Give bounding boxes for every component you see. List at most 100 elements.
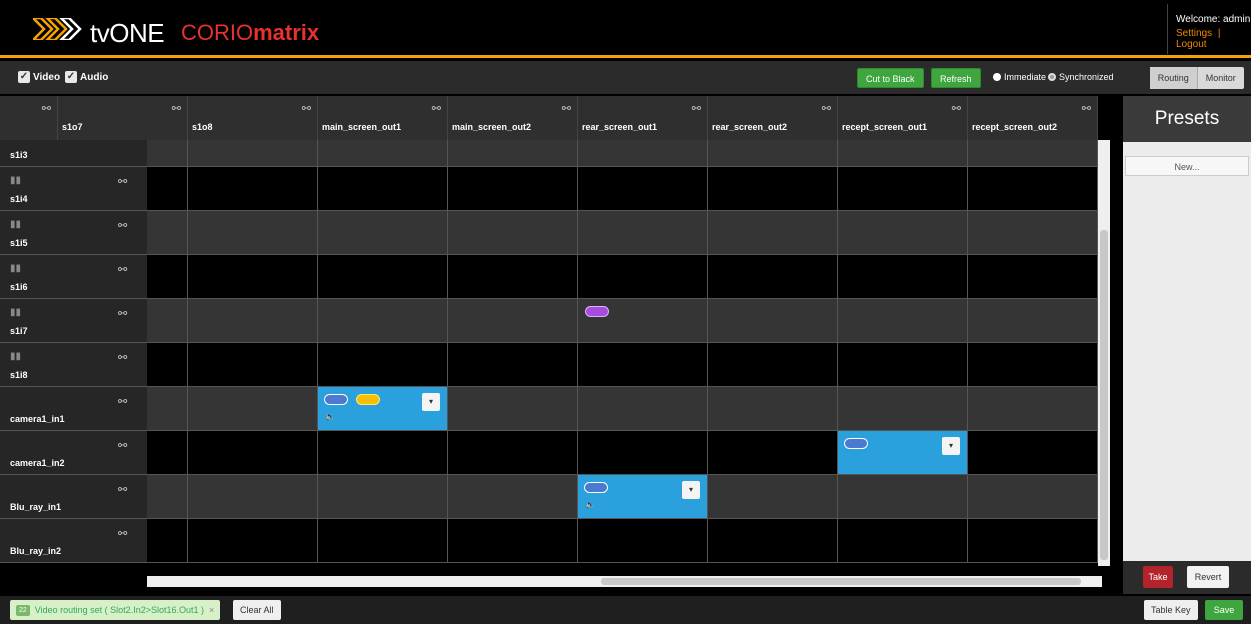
routed-cell[interactable]: ▾ <box>838 431 968 474</box>
grid-cell[interactable] <box>147 519 188 562</box>
link-icon[interactable]: ⚯ <box>302 102 311 115</box>
grid-cell[interactable] <box>708 475 838 518</box>
link-icon[interactable]: ⚯ <box>118 351 127 364</box>
grid-cell[interactable] <box>188 255 318 298</box>
route-pill[interactable] <box>356 394 380 405</box>
grid-cell[interactable] <box>188 343 318 386</box>
grid-cell[interactable] <box>147 255 188 298</box>
synchronized-radio[interactable]: Synchronized <box>1048 72 1114 82</box>
grid-cell[interactable] <box>708 255 838 298</box>
grid-cell[interactable] <box>147 299 188 342</box>
grid-cell[interactable] <box>578 211 708 254</box>
video-route-pill[interactable] <box>584 482 608 493</box>
vertical-scrollbar[interactable] <box>1098 140 1110 566</box>
link-icon[interactable]: ⚯ <box>172 102 181 115</box>
grid-cell[interactable] <box>448 343 578 386</box>
grid-cell[interactable] <box>578 343 708 386</box>
link-icon[interactable]: ⚯ <box>118 483 127 496</box>
grid-cell[interactable] <box>147 140 188 166</box>
video-checkbox[interactable]: ✓ Video <box>18 71 60 83</box>
grid-cell[interactable] <box>578 519 708 562</box>
grid-cell[interactable] <box>188 211 318 254</box>
monitor-tab[interactable]: Monitor <box>1198 67 1245 89</box>
row-header[interactable]: ▮▮ ⚯ s1i8 <box>0 343 147 386</box>
grid-cell[interactable] <box>708 431 838 474</box>
caret-down-icon[interactable]: ▾ <box>942 437 960 455</box>
grid-cell[interactable] <box>147 343 188 386</box>
column-header[interactable]: s1o7 ⚯ <box>58 96 188 140</box>
grid-cell[interactable] <box>318 431 448 474</box>
refresh-button[interactable]: Refresh <box>931 68 981 88</box>
grid-cell[interactable] <box>838 299 968 342</box>
grid-cell[interactable] <box>448 167 578 210</box>
grid-cell[interactable] <box>448 140 578 166</box>
column-header[interactable]: s1o8 ⚯ <box>188 96 318 140</box>
column-header[interactable]: rear_screen_out1 ⚯ <box>578 96 708 140</box>
grid-cell[interactable] <box>318 140 448 166</box>
link-icon[interactable]: ⚯ <box>118 395 127 408</box>
grid-cell[interactable] <box>188 519 318 562</box>
row-header[interactable]: ⚯ Blu_ray_in1 <box>0 475 147 518</box>
grid-cell[interactable] <box>708 387 838 430</box>
grid-cell[interactable] <box>968 299 1098 342</box>
row-header[interactable]: ▮▮ ⚯ s1i4 <box>0 167 147 210</box>
scrollbar-thumb[interactable] <box>601 578 1081 585</box>
grid-cell[interactable] <box>448 519 578 562</box>
row-header[interactable]: ▮▮ ⚯ s1i7 <box>0 299 147 342</box>
grid-cell[interactable] <box>838 167 968 210</box>
grid-cell[interactable] <box>147 387 188 430</box>
horizontal-scrollbar[interactable] <box>147 576 1102 587</box>
grid-cell[interactable] <box>838 475 968 518</box>
grid-cell[interactable] <box>188 387 318 430</box>
link-icon[interactable]: ⚯ <box>118 307 127 320</box>
grid-cell[interactable] <box>188 299 318 342</box>
grid-cell[interactable] <box>708 343 838 386</box>
clear-all-button[interactable]: Clear All <box>233 600 281 620</box>
grid-cell[interactable] <box>838 140 968 166</box>
grid-cell[interactable] <box>838 387 968 430</box>
grid-cell[interactable] <box>147 475 188 518</box>
grid-cell[interactable] <box>838 211 968 254</box>
route-pill[interactable] <box>585 306 609 317</box>
row-header[interactable]: ▮▮ ⚯ s1i6 <box>0 255 147 298</box>
grid-cell[interactable] <box>188 431 318 474</box>
settings-link[interactable]: Settings <box>1176 28 1212 39</box>
grid-cell[interactable] <box>448 431 578 474</box>
row-header[interactable]: ⚯ Blu_ray_in2 <box>0 519 147 562</box>
column-header[interactable]: recept_screen_out2 ⚯ <box>968 96 1098 140</box>
column-header[interactable]: recept_screen_out1 ⚯ <box>838 96 968 140</box>
grid-cell[interactable] <box>578 255 708 298</box>
grid-cell[interactable] <box>968 343 1098 386</box>
routed-cell[interactable]: ▾ 🔈 <box>318 387 448 430</box>
grid-cell[interactable] <box>318 255 448 298</box>
link-icon[interactable]: ⚯ <box>118 527 127 540</box>
grid-cell[interactable] <box>147 431 188 474</box>
grid-cell[interactable] <box>708 211 838 254</box>
grid-cell[interactable] <box>448 475 578 518</box>
take-button[interactable]: Take <box>1143 566 1173 588</box>
caret-down-icon[interactable]: ▾ <box>422 393 440 411</box>
grid-cell[interactable] <box>318 211 448 254</box>
grid-cell[interactable] <box>318 519 448 562</box>
column-header[interactable]: rear_screen_out2 ⚯ <box>708 96 838 140</box>
link-icon[interactable]: ⚯ <box>118 175 127 188</box>
table-key-button[interactable]: Table Key <box>1144 600 1198 620</box>
save-button[interactable]: Save <box>1205 600 1243 620</box>
link-icon[interactable]: ⚯ <box>118 263 127 276</box>
grid-cell[interactable] <box>448 299 578 342</box>
link-icon[interactable]: ⚯ <box>952 102 961 115</box>
immediate-radio[interactable]: Immediate <box>993 72 1046 82</box>
routing-tab[interactable]: Routing <box>1150 67 1198 89</box>
grid-cell[interactable] <box>188 475 318 518</box>
grid-cell[interactable] <box>708 140 838 166</box>
grid-cell[interactable] <box>318 167 448 210</box>
grid-cell[interactable] <box>708 167 838 210</box>
grid-cell[interactable] <box>147 167 188 210</box>
row-header[interactable]: s1i3 <box>0 140 147 166</box>
grid-cell[interactable] <box>838 343 968 386</box>
close-icon[interactable]: × <box>209 600 214 620</box>
revert-button[interactable]: Revert <box>1187 566 1229 588</box>
link-icon[interactable]: ⚯ <box>42 102 51 115</box>
routed-cell[interactable]: ▾ 🔈 <box>578 475 708 518</box>
link-icon[interactable]: ⚯ <box>692 102 701 115</box>
